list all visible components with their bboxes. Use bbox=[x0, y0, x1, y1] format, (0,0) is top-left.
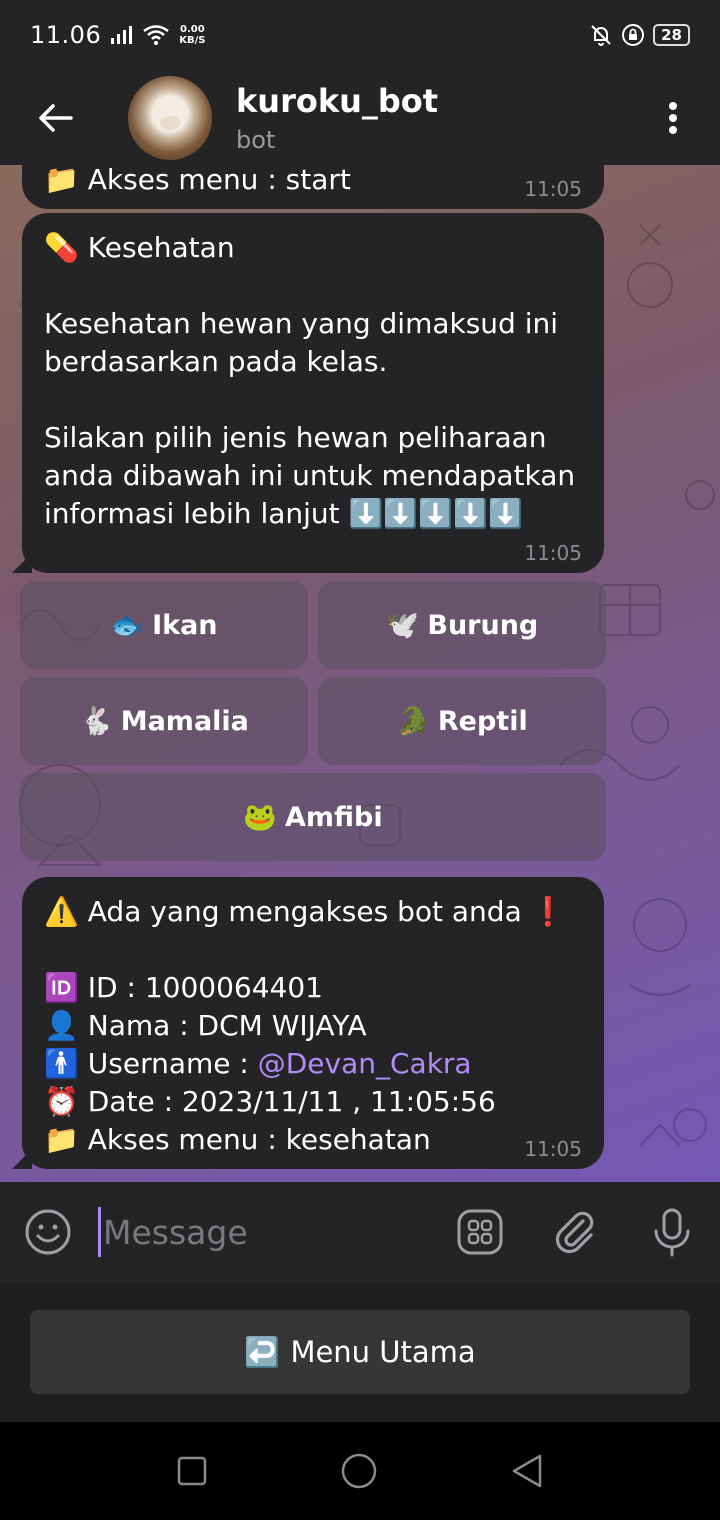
smiley-icon bbox=[25, 1209, 71, 1255]
home-icon[interactable] bbox=[340, 1452, 378, 1490]
lock-circle-icon bbox=[622, 24, 645, 46]
text-caret bbox=[98, 1207, 101, 1257]
message-line: 🆔 ID : 1000064401 bbox=[44, 971, 323, 1004]
more-vertical-icon bbox=[668, 101, 677, 134]
message-text: 💊 Kesehatan Kesehatan hewan yang dimaksu… bbox=[44, 231, 576, 530]
message-time: 11:05 bbox=[524, 177, 582, 201]
message-line: 🚹 Username : @Devan_Cakra bbox=[44, 1045, 582, 1083]
inline-button-mamalia[interactable]: 🐇 Mamalia bbox=[20, 677, 308, 765]
speed-value: 0.00 bbox=[179, 24, 205, 35]
status-time: 11.06 bbox=[30, 21, 102, 49]
inline-button-label: Ikan bbox=[152, 609, 218, 641]
grid-icon bbox=[457, 1209, 503, 1255]
message-line: ⚠️ Ada yang mengakses bot anda ❗ bbox=[44, 895, 566, 928]
speed-unit: KB/S bbox=[179, 35, 206, 46]
message-line: 👤 Nama : DCM WIJAYA bbox=[44, 1009, 367, 1042]
reply-keyboard: ↩️ Menu Utama bbox=[0, 1282, 720, 1422]
wifi-icon bbox=[143, 25, 169, 45]
message-time: 11:05 bbox=[524, 541, 582, 565]
reply-button-label: Menu Utama bbox=[290, 1335, 476, 1369]
microphone-icon bbox=[654, 1208, 690, 1257]
bot-avatar[interactable] bbox=[128, 75, 212, 160]
frog-icon: 🐸 bbox=[243, 802, 277, 833]
inline-button-amfibi[interactable]: 🐸 Amfibi bbox=[20, 773, 606, 861]
inline-button-label: Burung bbox=[427, 609, 539, 641]
message-bubble[interactable]: ⚠️ Ada yang mengakses bot anda ❗ 🆔 ID : … bbox=[12, 877, 604, 1169]
message-line: ⏰ Date : 2023/11/11 , 11:05:56 bbox=[44, 1085, 496, 1118]
inline-button-burung[interactable]: 🕊️ Burung bbox=[318, 581, 606, 669]
back-button[interactable] bbox=[0, 70, 110, 165]
inline-button-reptil[interactable]: 🐊 Reptil bbox=[318, 677, 606, 765]
inline-button-label: Mamalia bbox=[120, 705, 249, 737]
battery-indicator: 28 bbox=[653, 24, 690, 46]
inline-button-ikan[interactable]: 🐟 Ikan bbox=[20, 581, 308, 669]
chat-area[interactable]: 📁 Akses menu : start 11:05 💊 Kesehatan K… bbox=[0, 165, 720, 1182]
bell-off-icon bbox=[591, 25, 611, 46]
network-speed: 0.00 KB/S bbox=[179, 24, 205, 46]
paperclip-icon bbox=[555, 1211, 594, 1254]
chat-title-box[interactable]: kuroku_bot bot bbox=[236, 82, 438, 154]
status-bar: 11.06 0.00 KB/S 28 bbox=[0, 0, 720, 70]
chat-header: kuroku_bot bot bbox=[0, 70, 720, 165]
message-bubble[interactable]: 📁 Akses menu : start 11:05 bbox=[22, 165, 604, 209]
bot-commands-button[interactable] bbox=[452, 1204, 508, 1260]
message-line: 📁 Akses menu : kesehatan bbox=[44, 1123, 431, 1156]
fish-icon: 🐟 bbox=[110, 610, 145, 641]
more-options-button[interactable] bbox=[625, 70, 720, 165]
username-label: 🚹 Username : bbox=[44, 1047, 258, 1080]
message-bubble[interactable]: 💊 Kesehatan Kesehatan hewan yang dimaksu… bbox=[12, 213, 604, 573]
menu-utama-button[interactable]: ↩️ Menu Utama bbox=[30, 1310, 690, 1394]
chat-title: kuroku_bot bbox=[236, 81, 439, 120]
dove-icon: 🕊️ bbox=[385, 610, 420, 641]
username-link[interactable]: @Devan_Cakra bbox=[258, 1047, 472, 1080]
inline-button-label: Amfibi bbox=[285, 801, 383, 833]
message-time: 11:05 bbox=[524, 1137, 582, 1161]
return-arrow-icon: ↩️ bbox=[244, 1334, 281, 1369]
rabbit-icon: 🐇 bbox=[79, 706, 113, 737]
message-composer bbox=[0, 1182, 720, 1282]
message-input[interactable] bbox=[103, 1212, 433, 1252]
crocodile-icon: 🐊 bbox=[396, 706, 430, 737]
voice-button[interactable] bbox=[644, 1204, 700, 1260]
message-line-blank bbox=[44, 931, 582, 969]
recent-apps-icon[interactable] bbox=[176, 1455, 208, 1487]
system-nav-bar bbox=[0, 1422, 720, 1520]
arrow-left-icon bbox=[39, 103, 73, 132]
chat-subtitle: bot bbox=[236, 125, 276, 154]
back-nav-icon[interactable] bbox=[510, 1453, 544, 1489]
signal-icon bbox=[111, 26, 133, 44]
inline-button-label: Reptil bbox=[437, 705, 528, 737]
emoji-button[interactable] bbox=[20, 1204, 76, 1260]
message-text: 📁 Akses menu : start bbox=[44, 165, 351, 196]
attach-button[interactable] bbox=[548, 1204, 604, 1260]
